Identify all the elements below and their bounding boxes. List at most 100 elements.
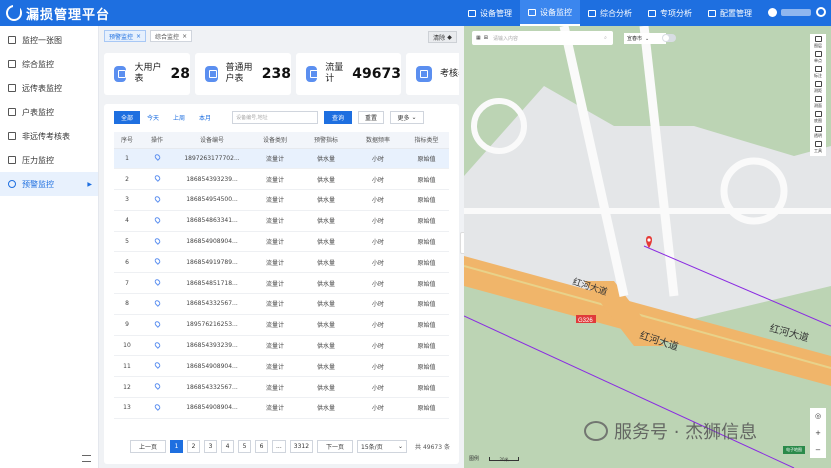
- query-button[interactable]: 查询: [324, 111, 353, 124]
- close-icon[interactable]: ×: [182, 33, 187, 40]
- locate-pin-icon[interactable]: [153, 340, 161, 349]
- table-row[interactable]: 4 186854863341... 流量计 供水量 小时 原始值: [114, 210, 449, 232]
- locate-pin-icon[interactable]: [153, 319, 161, 328]
- more-button[interactable]: 更多 ⌄: [390, 111, 425, 124]
- locate-pin-icon[interactable]: [153, 195, 161, 203]
- zoom-in-icon[interactable]: +: [815, 429, 821, 437]
- prev-page-button[interactable]: 上一页: [130, 440, 167, 453]
- table-row[interactable]: 9 189576216253... 流量计 供水量 小时 原始值: [114, 314, 449, 336]
- search-icon[interactable]: ⌕: [604, 35, 607, 41]
- map-tool-opacity[interactable]: 透明: [814, 126, 822, 139]
- map-view[interactable]: G326 红河大道 红河大道 红河大道 ▦ ⊞ 请输入内容 ⌕ 宣春市 ⌄ 图层 单…: [464, 26, 831, 468]
- map-type-badge[interactable]: 电子地图: [783, 446, 805, 454]
- table-row[interactable]: 13 186854908904... 流量计 供水量 小时 原始值: [114, 397, 449, 419]
- locate-pin-icon[interactable]: [153, 299, 161, 307]
- table-row[interactable]: 7 186854851718... 流量计 供水量 小时 原始值: [114, 272, 449, 295]
- page-button[interactable]: 3: [204, 440, 218, 453]
- page-ellipsis[interactable]: ...: [272, 440, 286, 453]
- sidebar-item-warning[interactable]: 预警监控 ▶: [0, 172, 98, 196]
- legend-button[interactable]: 图例: [469, 455, 479, 462]
- cell-indicator-type: 原始值: [404, 210, 449, 232]
- table-row[interactable]: 6 186854919789... 流量计 供水量 小时 原始值: [114, 251, 449, 274]
- map-tool-layers[interactable]: 图层: [814, 36, 822, 49]
- settings-icon[interactable]: [816, 7, 826, 17]
- tab-warning-monitor[interactable]: 预警监控 ×: [104, 30, 147, 42]
- filter-last-week[interactable]: 上周: [166, 111, 192, 124]
- sidebar-item-monitor-map[interactable]: 监控一张图: [0, 28, 98, 52]
- page-button[interactable]: 5: [238, 440, 252, 453]
- locate-pin-icon[interactable]: [153, 403, 161, 411]
- nav-label: 配置管理: [720, 8, 752, 18]
- nav-config-management[interactable]: 配置管理: [700, 0, 760, 26]
- map-search-bar: ▦ ⊞ 请输入内容 ⌕: [472, 31, 613, 45]
- map-tool-area[interactable]: 测面: [814, 96, 822, 109]
- locate-pin-icon[interactable]: [153, 361, 161, 370]
- map-search-input[interactable]: 请输入内容 ⌕: [491, 33, 609, 44]
- locate-pin-icon[interactable]: [153, 215, 161, 224]
- page-button[interactable]: 1: [170, 440, 184, 453]
- tool-label: 测距: [814, 88, 822, 93]
- page-size-select[interactable]: 15条/页 ⌄: [357, 440, 408, 453]
- locate-pin-icon[interactable]: [153, 236, 161, 245]
- city-select[interactable]: 宣春市 ⌄: [624, 33, 666, 44]
- cell-indicator-type: 原始值: [404, 293, 449, 315]
- grid-icon[interactable]: ▦: [476, 35, 481, 41]
- card-label: 普通用户表: [225, 63, 253, 84]
- table-row[interactable]: 11 186854908904... 流量计 供水量 小时 原始值: [114, 355, 449, 378]
- meter-icon: [416, 66, 432, 82]
- page-button[interactable]: 4: [221, 440, 235, 453]
- card-flow-meter[interactable]: 流量计 49673: [296, 53, 401, 95]
- sidebar-item-remote-meter[interactable]: 远传表监控: [0, 76, 98, 100]
- sidebar-item-non-remote[interactable]: 非远传考核表: [0, 124, 98, 148]
- locate-pin-icon[interactable]: [153, 257, 161, 266]
- layers-icon[interactable]: ⊞: [484, 35, 488, 41]
- page-button[interactable]: 6: [255, 440, 269, 453]
- card-normal-user-meter[interactable]: 普通用户表 238: [195, 53, 291, 95]
- search-input[interactable]: 设备编号,地址: [232, 111, 319, 124]
- locate-pin-icon[interactable]: [153, 278, 161, 287]
- sidebar-item-pressure[interactable]: 压力监控: [0, 148, 98, 172]
- table-row[interactable]: 3 186854954500... 流量计 供水量 小时 原始值: [114, 189, 449, 211]
- sidebar-item-household-meter[interactable]: 户表监控: [0, 100, 98, 124]
- table-row[interactable]: 10 186854393239... 流量计 供水量 小时 原始值: [114, 335, 449, 357]
- map-tool-mark[interactable]: 标注: [814, 66, 822, 79]
- nav-comprehensive-analysis[interactable]: 综合分析: [580, 0, 640, 26]
- next-page-button[interactable]: 下一页: [317, 440, 354, 453]
- nav-special-analysis[interactable]: 专项分析: [640, 0, 700, 26]
- user-menu[interactable]: [768, 8, 811, 17]
- zoom-out-icon[interactable]: −: [815, 446, 821, 454]
- summary-cards: 大用户表 28 普通用户表 238 流量计 49673 考核表: [104, 53, 459, 95]
- cell-indicator-type: 原始值: [404, 251, 449, 274]
- map-tool-distance[interactable]: 测距: [814, 81, 822, 94]
- locate-pin-icon[interactable]: [153, 382, 161, 391]
- table-row[interactable]: 8 186854332567... 流量计 供水量 小时 原始值: [114, 293, 449, 315]
- filter-all[interactable]: 全部: [114, 111, 141, 124]
- clear-tabs-button[interactable]: 清除 ◆: [428, 31, 457, 43]
- filter-this-month[interactable]: 本月: [192, 111, 218, 124]
- sidebar-item-comprehensive[interactable]: 综合监控: [0, 52, 98, 76]
- page-button[interactable]: 3312: [289, 440, 314, 453]
- card-assessment-meter[interactable]: 考核表: [406, 53, 459, 95]
- filter-today[interactable]: 今天: [140, 111, 166, 124]
- locate-pin-icon[interactable]: [153, 153, 161, 162]
- table-row[interactable]: 1 1897263177702... 流量计 供水量 小时 原始值: [114, 148, 449, 170]
- nav-device-monitor[interactable]: 设备监控: [520, 0, 580, 26]
- map-tool-tools[interactable]: 工具: [814, 141, 822, 154]
- tab-comprehensive-monitor[interactable]: 综合监控 ×: [150, 30, 193, 42]
- page-button[interactable]: 2: [187, 440, 201, 453]
- table-row[interactable]: 5 186854908904... 流量计 供水量 小时 原始值: [114, 231, 449, 253]
- table-row[interactable]: 2 186854393239... 流量计 供水量 小时 原始值: [114, 168, 449, 191]
- table-row[interactable]: 12 186854332567... 流量计 供水量 小时 原始值: [114, 376, 449, 399]
- card-large-user-meter[interactable]: 大用户表 28: [104, 53, 190, 95]
- card-label: 大用户表: [134, 63, 162, 84]
- collapse-menu-icon[interactable]: [82, 455, 91, 462]
- nav-device-management[interactable]: 设备管理: [460, 0, 520, 26]
- locate-pin-icon[interactable]: [153, 174, 161, 183]
- map-tool-basemap[interactable]: 底图: [814, 111, 822, 124]
- close-icon[interactable]: ×: [136, 33, 141, 40]
- map-tool-point[interactable]: 单点: [814, 51, 822, 64]
- reset-button[interactable]: 重置: [358, 111, 385, 124]
- map-toggle-switch[interactable]: [662, 34, 676, 42]
- locate-icon[interactable]: ◎: [815, 412, 821, 420]
- cell-index: 9: [114, 314, 140, 336]
